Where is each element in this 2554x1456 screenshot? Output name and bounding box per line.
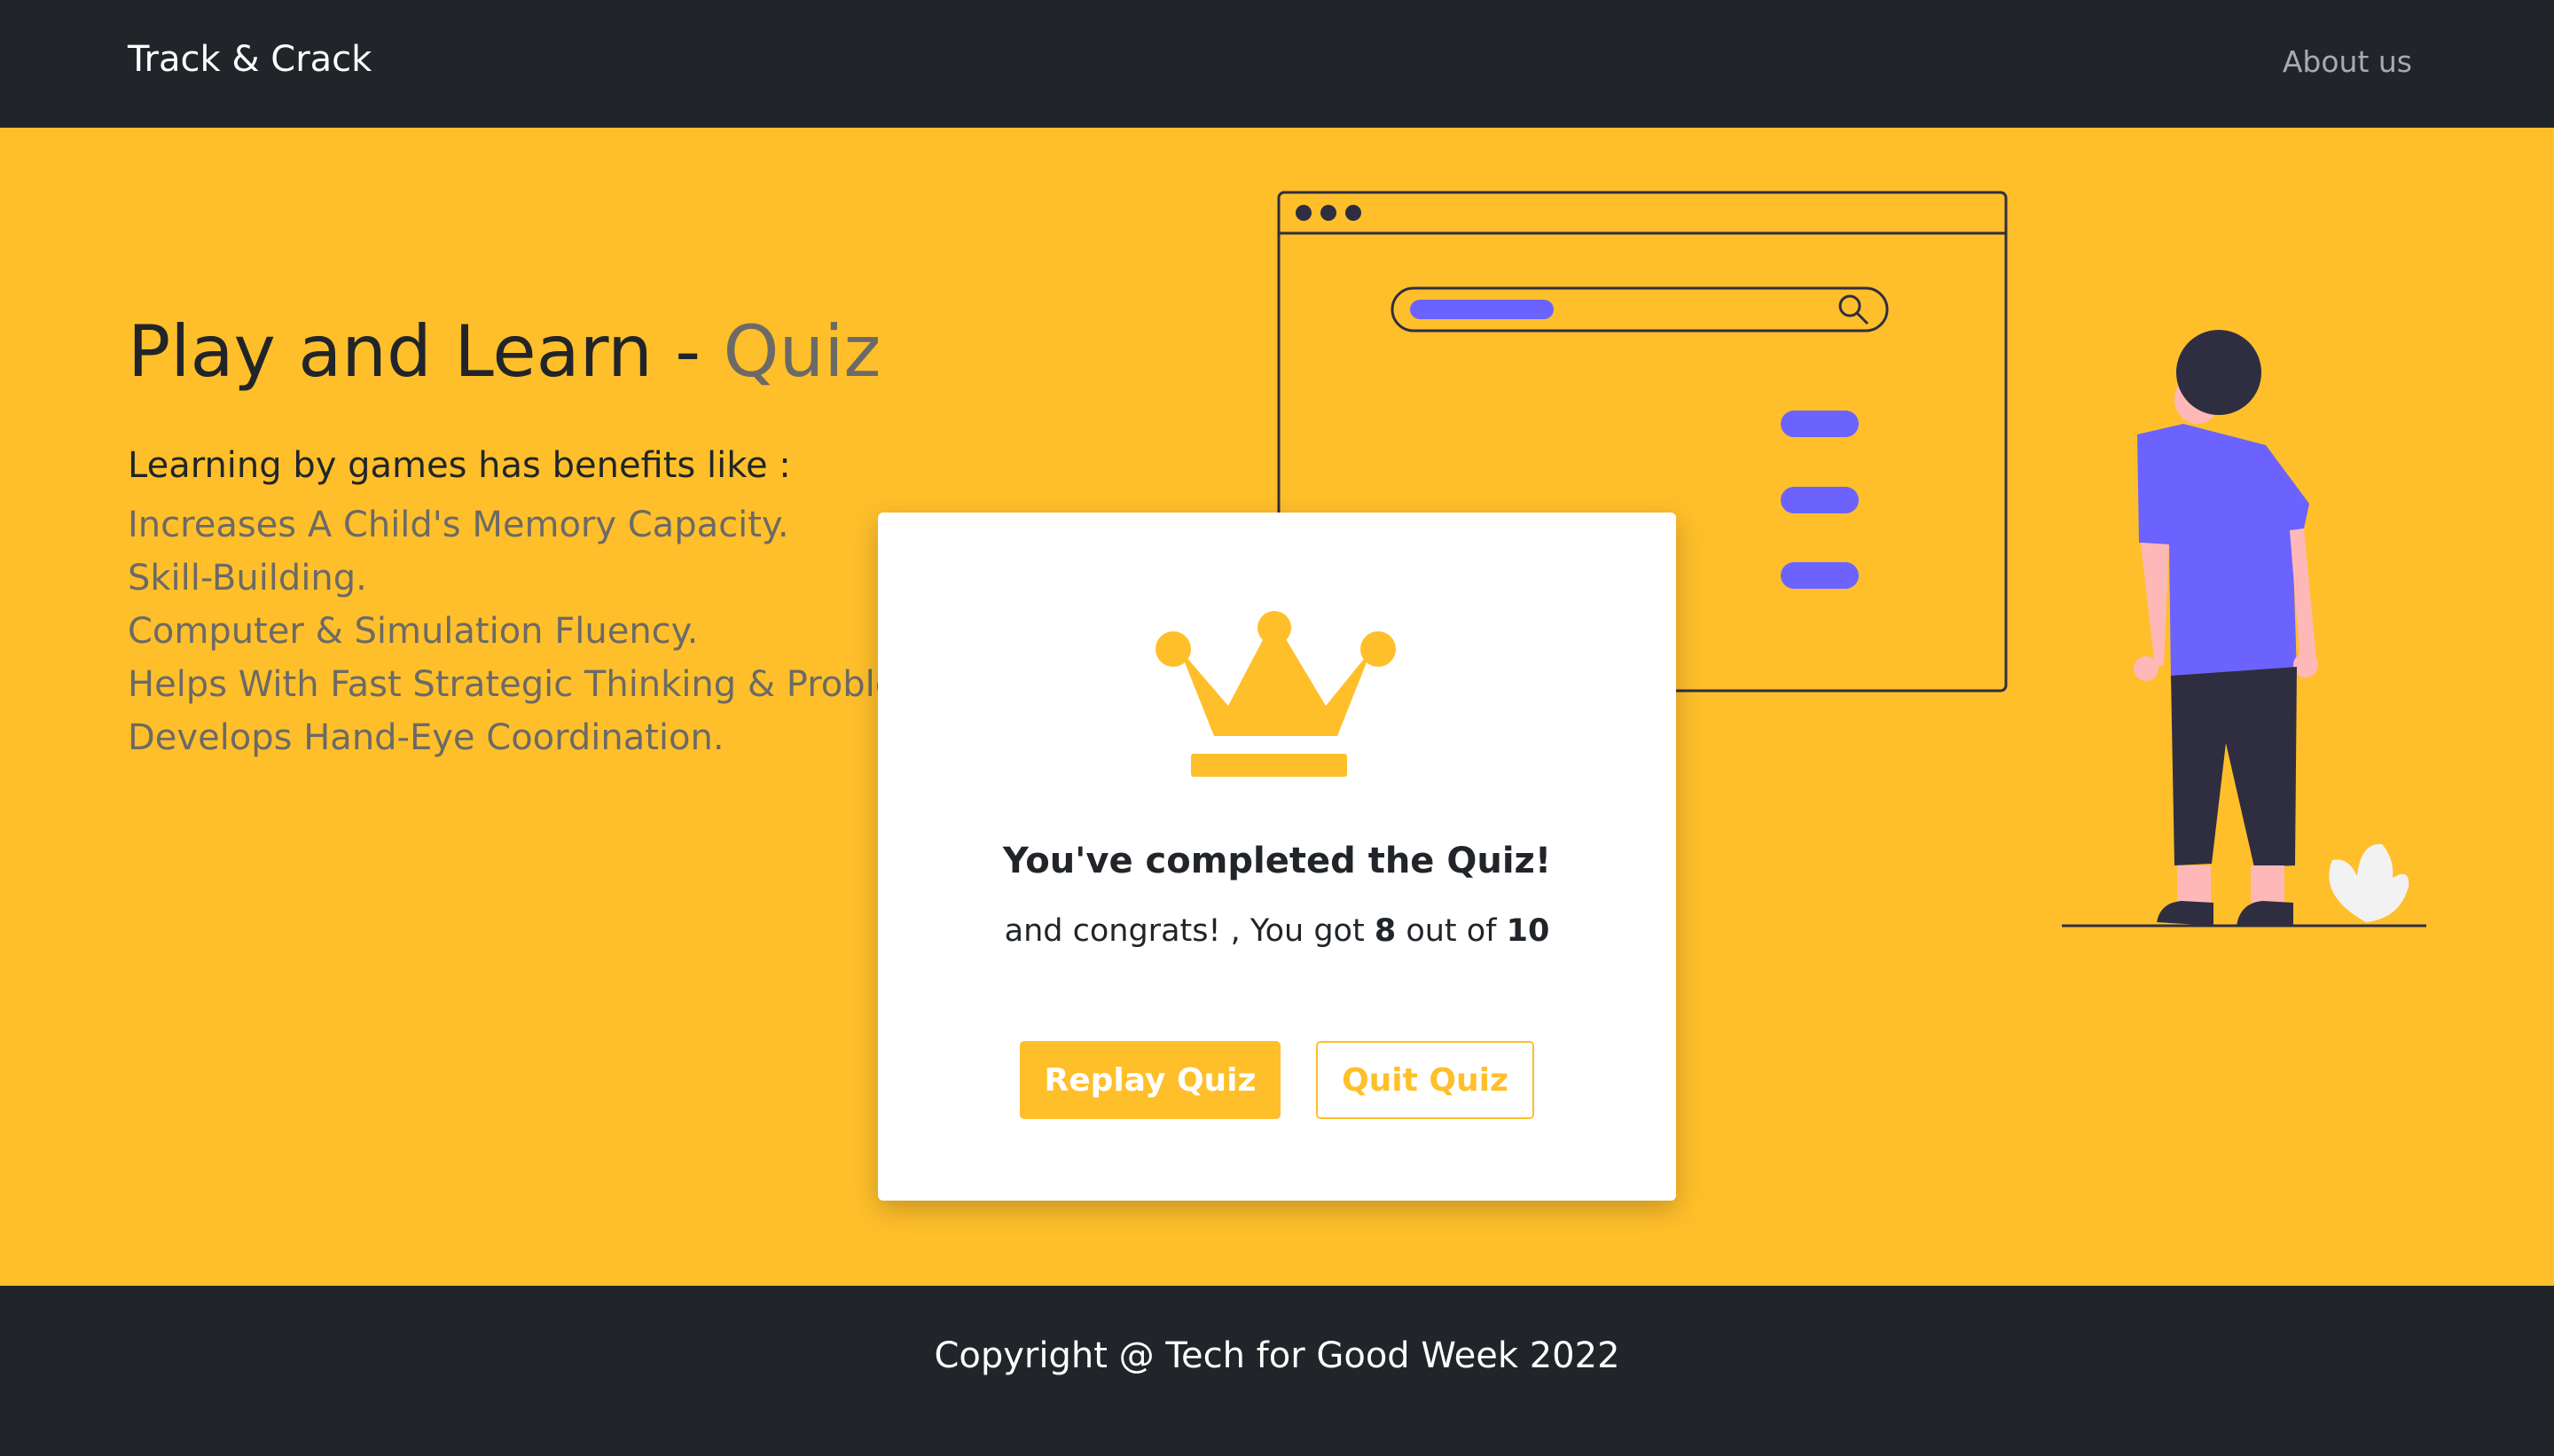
search-icon	[1838, 294, 1869, 325]
quit-quiz-button[interactable]: Quit Quiz	[1316, 1041, 1534, 1119]
replay-quiz-button[interactable]: Replay Quiz	[1020, 1041, 1281, 1119]
copyright-text: Copyright @ Tech for Good Week 2022	[934, 1335, 1620, 1376]
score-prefix: and congrats! , You got	[1004, 913, 1375, 949]
score-total: 10	[1506, 913, 1550, 949]
score-middle: out of	[1396, 913, 1507, 949]
top-navbar: Track & Crack About us	[0, 0, 2554, 128]
modal-title: You've completed the Quiz!	[1002, 841, 1552, 881]
score-value: 8	[1374, 913, 1397, 949]
score-text: and congrats! , You got 8 out of 10	[878, 913, 1676, 949]
quiz-result-modal: You've completed the Quiz! and congrats!…	[878, 513, 1676, 1201]
person-illustration	[2062, 330, 2426, 928]
hero-section: Play and Learn - Quiz Learning by games …	[0, 128, 2554, 1286]
page-footer: Copyright @ Tech for Good Week 2022	[0, 1286, 2554, 1456]
brand-logo[interactable]: Track & Crack	[128, 39, 372, 80]
about-us-link[interactable]: About us	[2283, 44, 2412, 79]
crown-icon	[1156, 611, 1396, 777]
